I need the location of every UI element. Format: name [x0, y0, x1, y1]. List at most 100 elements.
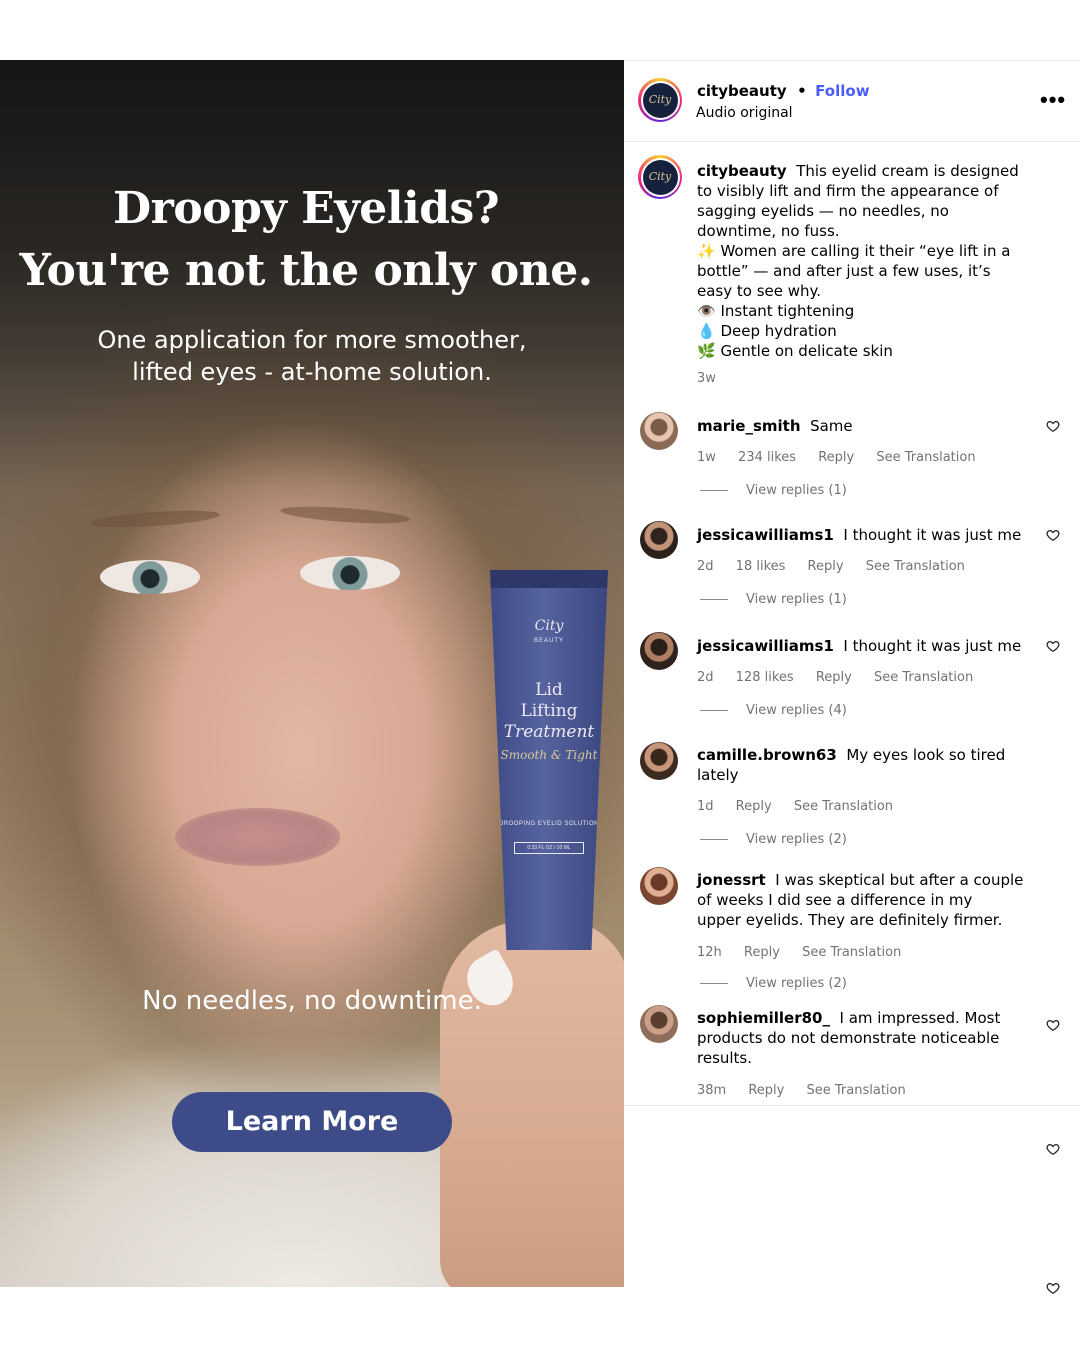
comment-username[interactable]: jessicawilliams1: [697, 637, 834, 655]
see-translation-link[interactable]: See Translation: [866, 559, 965, 574]
tube-brand: City: [534, 618, 564, 634]
comment-likes[interactable]: 18 likes: [736, 559, 786, 574]
caption-line: 🌿 Gentle on delicate skin: [697, 342, 893, 360]
audio-label[interactable]: Audio original: [696, 105, 793, 121]
heart-outline-icon[interactable]: [1046, 528, 1060, 542]
comment-likes[interactable]: 234 likes: [738, 450, 796, 465]
post-caption: citybeauty This eyelid cream is designed…: [697, 161, 1027, 361]
ad-headline-line: You're not the only one.: [19, 245, 593, 296]
comment-text: lately: [697, 766, 739, 784]
left-eye: [100, 560, 200, 594]
citybeauty-logo: City: [642, 159, 678, 195]
ad-headline: Droopy Eyelids? You're not the only one.: [0, 178, 612, 302]
comment-text: products do not demonstrate noticeable: [697, 1029, 1000, 1047]
reply-button[interactable]: Reply: [736, 799, 772, 814]
caption-line: to visibly lift and firm the appearance …: [697, 182, 999, 200]
caption-line: sagging eyelids — no needles, no: [697, 202, 949, 220]
follow-button[interactable]: Follow: [815, 82, 869, 100]
citybeauty-logo: City: [642, 82, 678, 118]
comment-text: I thought it was just me: [843, 637, 1022, 655]
comment-text: My eyes look so tired: [846, 746, 1006, 764]
see-translation-link[interactable]: See Translation: [876, 450, 975, 465]
comment-text: I was skeptical but after a couple: [775, 871, 1024, 889]
comment-time: 38m: [697, 1083, 727, 1098]
lips: [175, 808, 340, 866]
ad-subline: One application for more smoother, lifte…: [0, 324, 624, 388]
comments-end-divider: [624, 1105, 1080, 1106]
commenter-avatar[interactable]: [640, 742, 678, 780]
comment-username[interactable]: sophiemiller80_: [697, 1009, 830, 1027]
tube-title-line: Lid: [535, 680, 563, 700]
right-eye: [300, 556, 400, 590]
caption-line: This eyelid cream is designed: [796, 162, 1019, 180]
heart-outline-icon[interactable]: [1046, 419, 1060, 433]
heart-outline-icon[interactable]: [1046, 1018, 1060, 1032]
see-translation-link[interactable]: See Translation: [807, 1083, 906, 1098]
right-eyebrow: [279, 503, 411, 527]
author-avatar[interactable]: City: [638, 78, 682, 122]
tube-title-line: Treatment: [503, 722, 595, 742]
view-replies-button[interactable]: View replies (4): [700, 703, 847, 718]
commenter-avatar[interactable]: [640, 1005, 678, 1043]
ad-subline-line: lifted eyes - at-home solution.: [132, 358, 492, 386]
tube-size: 0.33 FL OZ / 10 ML: [514, 842, 584, 854]
caption-line: ✨ Women are calling it their “eye lift i…: [697, 242, 1011, 260]
comment-time: 1w: [697, 450, 716, 465]
reply-button[interactable]: Reply: [744, 945, 780, 960]
heart-outline-icon[interactable]: [1046, 1142, 1060, 1156]
commenter-avatar[interactable]: [640, 867, 678, 905]
post-header: citybeauty • Follow: [697, 82, 870, 101]
author-username[interactable]: citybeauty: [697, 82, 787, 100]
view-replies-button[interactable]: View replies (1): [700, 483, 847, 498]
commenter-avatar[interactable]: [640, 521, 678, 559]
header-separator: •: [797, 82, 807, 100]
comment-username[interactable]: jonessrt: [697, 871, 766, 889]
comment-time: 2d: [697, 670, 714, 685]
reply-button[interactable]: Reply: [808, 559, 844, 574]
view-replies-button[interactable]: View replies (2): [700, 832, 847, 847]
see-translation-link[interactable]: See Translation: [794, 799, 893, 814]
ad-media[interactable]: City BEAUTY Lid Lifting Treatment Smooth…: [0, 60, 624, 1287]
heart-outline-icon[interactable]: [1046, 639, 1060, 653]
heart-outline-icon[interactable]: [1046, 1281, 1060, 1295]
reply-button[interactable]: Reply: [818, 450, 854, 465]
see-translation-link[interactable]: See Translation: [874, 670, 973, 685]
reply-button[interactable]: Reply: [748, 1083, 784, 1098]
comment-likes[interactable]: 128 likes: [736, 670, 794, 685]
caption-avatar[interactable]: City: [638, 155, 682, 199]
view-replies-button[interactable]: View replies (1): [700, 592, 847, 607]
caption-line: 👁️ Instant tightening: [697, 302, 855, 320]
comment-username[interactable]: jessicawilliams1: [697, 526, 834, 544]
ad-subline-line: One application for more smoother,: [97, 326, 527, 354]
comment-text: results.: [697, 1049, 753, 1067]
caption-username[interactable]: citybeauty: [697, 162, 787, 180]
tube-crimp: [490, 570, 608, 588]
commenter-avatar[interactable]: [640, 632, 678, 670]
commenter-avatar[interactable]: [640, 412, 678, 450]
learn-more-button[interactable]: Learn More: [172, 1092, 452, 1152]
comment-time: 12h: [697, 945, 722, 960]
comment-time: 1d: [697, 799, 714, 814]
ad-tagline: No needles, no downtime.: [142, 986, 482, 1016]
caption-line: downtime, no fuss.: [697, 222, 840, 240]
see-translation-link[interactable]: See Translation: [802, 945, 901, 960]
product-tube: City BEAUTY Lid Lifting Treatment Smooth…: [490, 570, 608, 950]
comment-username[interactable]: camille.brown63: [697, 746, 837, 764]
comment-username[interactable]: marie_smith: [697, 417, 801, 435]
tube-brand-sub: BEAUTY: [533, 638, 564, 644]
caption-line: bottle” — and after just a few uses, it’…: [697, 262, 991, 280]
comment-text: Same: [810, 417, 853, 435]
comment-text: of weeks I did see a difference in my: [697, 891, 973, 909]
comment-text: I thought it was just me: [843, 526, 1022, 544]
more-options-icon[interactable]: •••: [1040, 89, 1066, 111]
view-replies-button[interactable]: View replies (2): [700, 976, 847, 991]
tube-subtitle: Smooth & Tight: [500, 748, 598, 762]
top-divider: [624, 60, 1080, 61]
comment-text: I am impressed. Most: [839, 1009, 1001, 1027]
left-eyebrow: [89, 507, 221, 531]
tube-description: DROOPING EYELID SOLUTION: [498, 821, 600, 827]
reply-button[interactable]: Reply: [816, 670, 852, 685]
header-divider: [624, 141, 1080, 142]
caption-time: 3w: [697, 371, 716, 386]
caption-line: easy to see why.: [697, 282, 822, 300]
